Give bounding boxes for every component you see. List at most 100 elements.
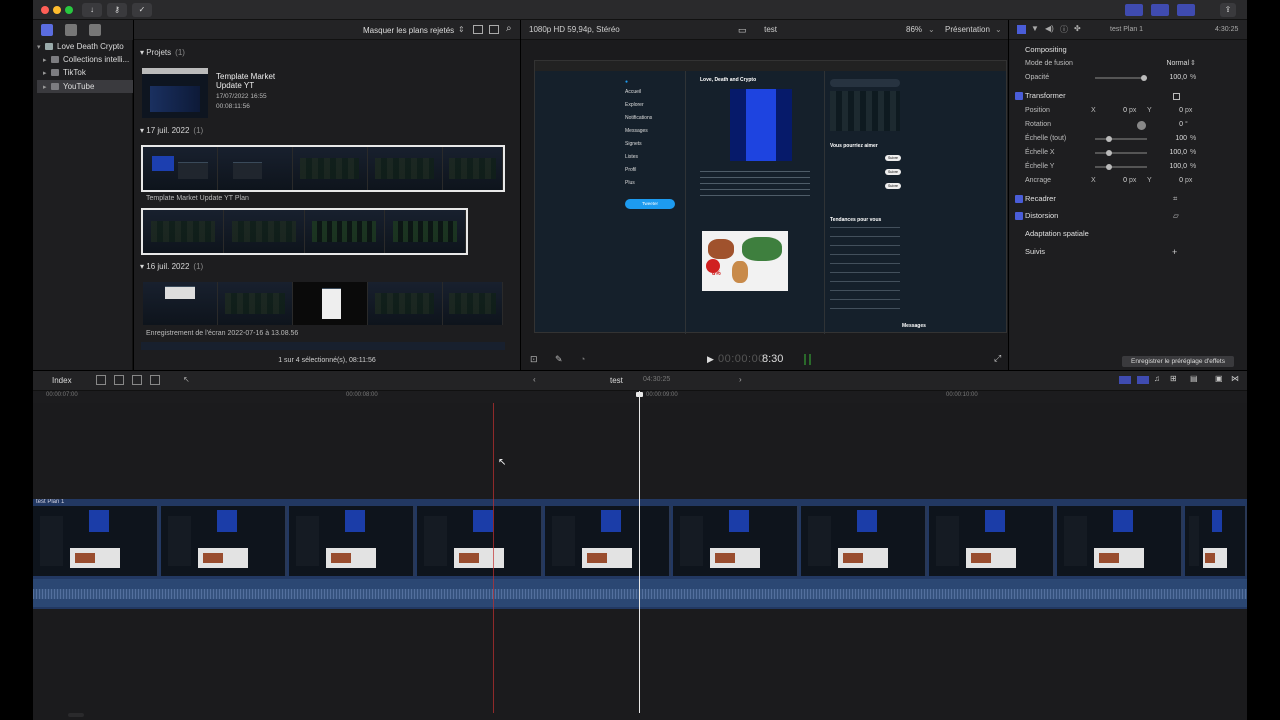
effects-browser-icon[interactable]: ▣ (1215, 374, 1223, 383)
snapping-icon[interactable]: ⊞ (1170, 374, 1177, 383)
fullscreen-icon[interactable]: ⤢ (994, 353, 1001, 364)
video-inspector-icon[interactable] (1017, 25, 1026, 34)
skimming-icon[interactable] (1119, 376, 1131, 384)
library-item-smart-collections[interactable]: ▸ Collections intelli... (43, 53, 139, 66)
index-button[interactable]: Index (52, 376, 72, 385)
crop-section[interactable]: Recadrer ⌗ (1009, 192, 1247, 206)
tracking-section[interactable]: Suivis + (1009, 245, 1247, 259)
opacity-slider-knob[interactable] (1141, 75, 1147, 81)
append-clip-icon[interactable] (132, 375, 142, 385)
section-jul-16[interactable]: ▾ 16 juil. 2022 (1) (140, 262, 203, 271)
connect-clip-icon[interactable] (96, 375, 106, 385)
enhance-icon[interactable]: ✎ (555, 354, 563, 365)
background-tasks-button[interactable]: ✓ (132, 3, 152, 17)
filmstrip-view-icon[interactable] (473, 25, 483, 34)
overwrite-clip-icon[interactable] (150, 375, 160, 385)
audio-skimming-icon[interactable] (1137, 376, 1149, 384)
project-thumbnail[interactable] (142, 68, 208, 118)
show-browser-button[interactable] (1125, 4, 1143, 16)
titles-generators-icon[interactable] (89, 24, 101, 36)
scale-all-slider-knob[interactable] (1106, 136, 1112, 142)
show-timeline-button[interactable] (1151, 4, 1169, 16)
play-icon[interactable]: ▶ (707, 354, 714, 365)
libraries-icon[interactable] (41, 24, 53, 36)
position-y-value[interactable]: 0 (1165, 104, 1183, 118)
anchor-x-value[interactable]: 0 (1109, 174, 1127, 188)
minimize-window-button[interactable] (53, 6, 61, 14)
spatial-conform-section[interactable]: Adaptation spatiale (1009, 227, 1247, 241)
scale-x-slider-knob[interactable] (1106, 150, 1112, 156)
color-inspector-icon[interactable]: ▼ (1031, 24, 1039, 33)
scale-x-slider[interactable] (1095, 152, 1147, 154)
close-window-button[interactable] (41, 6, 49, 14)
transitions-browser-icon[interactable]: ⋈ (1231, 374, 1239, 383)
transform-onscreen-icon[interactable] (1173, 93, 1180, 100)
save-preset-button[interactable]: Enregistrer le préréglage d'effets (1122, 356, 1234, 367)
position-x-value[interactable]: 0 (1109, 104, 1127, 118)
scale-y-slider-knob[interactable] (1106, 164, 1112, 170)
opacity-value[interactable]: 100,0 (1159, 71, 1187, 85)
crop-onscreen-icon[interactable]: ⌗ (1173, 192, 1177, 206)
rotation-value[interactable]: 0 (1165, 118, 1183, 132)
clip-filmstrip-selected-2[interactable] (141, 208, 468, 255)
library-item-tiktok[interactable]: ▸ TikTok (43, 66, 139, 79)
section-jul-17[interactable]: ▾ 17 juil. 2022 (1) (140, 126, 203, 135)
blend-mode-select[interactable]: Normal (1159, 57, 1189, 71)
forward-arrow-icon[interactable]: › (739, 375, 742, 384)
transform-checkbox[interactable] (1015, 92, 1023, 100)
back-arrow-icon[interactable]: ‹ (533, 375, 536, 384)
scale-y-slider[interactable] (1095, 166, 1147, 168)
share-button[interactable]: ⇪ (1220, 3, 1236, 17)
add-tracker-icon[interactable]: + (1172, 245, 1177, 259)
distortion-section[interactable]: Distorsion ▱ (1009, 209, 1247, 223)
scale-all-value[interactable]: 100 (1165, 132, 1187, 146)
timeline-area[interactable]: test Plan 1 ↖ (33, 391, 1247, 720)
clip-appearance-icon[interactable] (489, 25, 499, 34)
show-inspector-button[interactable] (1177, 4, 1195, 16)
scale-all-slider[interactable] (1095, 138, 1147, 140)
clip-filmstrip-selected[interactable] (141, 145, 505, 192)
playhead[interactable] (639, 391, 640, 713)
crop-checkbox[interactable] (1015, 195, 1023, 203)
filter-dropdown[interactable]: Masquer les plans rejetés (363, 26, 454, 35)
presentation-dropdown[interactable]: Présentation (945, 20, 990, 40)
timecode[interactable]: 8:30 (762, 353, 783, 365)
horizontal-scrollbar[interactable] (68, 713, 84, 717)
section-projects[interactable]: ▾ Projets (1) (140, 48, 185, 57)
zoom-window-button[interactable] (65, 6, 73, 14)
insert-clip-icon[interactable] (114, 375, 124, 385)
video-frame[interactable]: ● Accueil Explorer Notifications Message… (534, 60, 1007, 334)
library-item-youtube[interactable]: ▸ YouTube (37, 80, 133, 93)
info-icon[interactable]: ⓘ (1060, 24, 1068, 35)
audio-inspector-icon[interactable]: ◀) (1045, 24, 1054, 33)
playhead-handle[interactable] (636, 392, 643, 397)
scale-y-value[interactable]: 100,0 (1159, 160, 1187, 174)
compositing-section[interactable]: Compositing (1009, 43, 1247, 57)
clip-filmstrip-partial[interactable] (141, 342, 505, 350)
timeline-project-name[interactable]: test (610, 376, 623, 385)
anchor-y-value[interactable]: 0 (1165, 174, 1183, 188)
opacity-slider[interactable] (1095, 77, 1147, 79)
nav-item: Accueil (625, 89, 642, 95)
clip-appearance-icon[interactable]: ▤ (1190, 374, 1198, 383)
zoom-dropdown[interactable]: 86% (906, 20, 922, 40)
rotation-dial[interactable] (1137, 121, 1146, 130)
search-icon[interactable]: ⌕ (506, 23, 512, 34)
clip-filmstrip[interactable] (141, 280, 505, 327)
library-item-love-death-crypto[interactable]: ▾ Love Death Crypto (37, 40, 133, 53)
project-title[interactable]: Template Market Update YT (216, 72, 286, 90)
transform-tool-icon[interactable]: ⊡ (530, 354, 538, 365)
select-tool-icon[interactable]: ↖ (183, 375, 190, 384)
scale-x-value[interactable]: 100,0 (1159, 146, 1187, 160)
distort-onscreen-icon[interactable]: ▱ (1173, 209, 1179, 223)
share-inspector-icon[interactable]: ✤ (1074, 24, 1081, 33)
distortion-checkbox[interactable] (1015, 212, 1023, 220)
transform-section[interactable]: Transformer (1009, 89, 1247, 103)
primary-clip[interactable]: test Plan 1 (33, 499, 1247, 609)
keywords-button[interactable]: ⚷ (107, 3, 127, 17)
speed-icon[interactable]: ◔ (580, 354, 585, 364)
import-button[interactable]: ↓ (82, 3, 102, 17)
audio-waveform[interactable] (33, 579, 1247, 607)
photos-audio-icon[interactable] (65, 24, 77, 36)
headphones-icon[interactable]: ♫ (1154, 374, 1160, 383)
